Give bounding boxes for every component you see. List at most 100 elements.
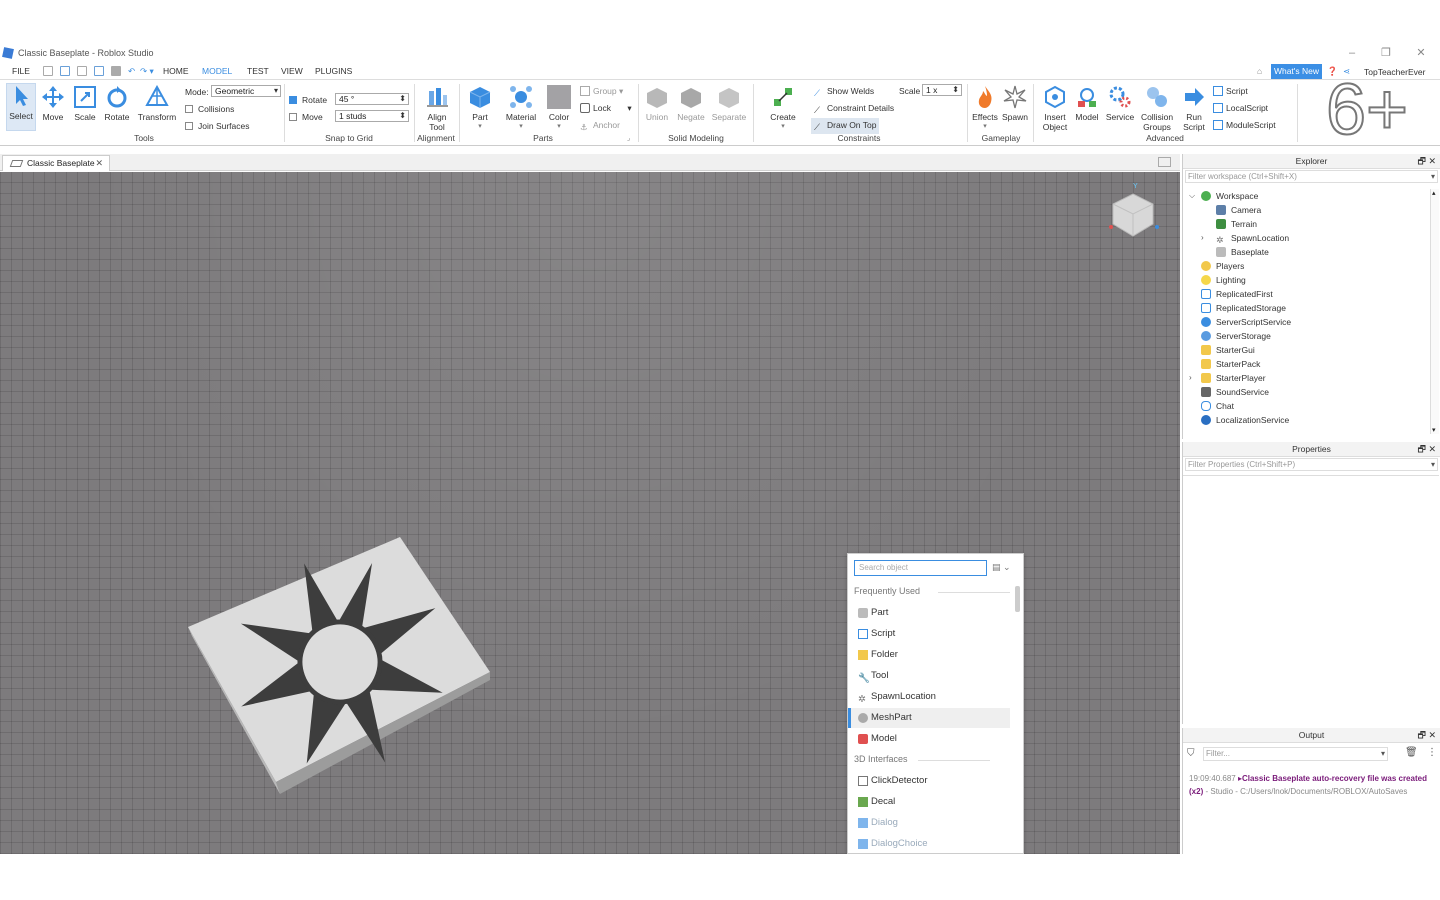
tree-row-baseplate[interactable]: Baseplate bbox=[1216, 245, 1269, 259]
viewport-layout-icon[interactable] bbox=[1158, 157, 1171, 167]
script-button[interactable]: Script bbox=[1213, 86, 1248, 96]
tree-row-starterpack[interactable]: StarterPack bbox=[1201, 357, 1260, 371]
maximize-icon[interactable]: ❐ bbox=[1378, 46, 1394, 60]
tree-row-replicatedfirst[interactable]: ReplicatedFirst bbox=[1201, 287, 1273, 301]
explorer-filter-input[interactable]: Filter workspace (Ctrl+Shift+X) bbox=[1185, 170, 1438, 183]
undo-icon[interactable]: ↶ bbox=[128, 66, 135, 77]
search-object-input[interactable]: Search object bbox=[854, 560, 987, 576]
list-item[interactable]: MeshPart bbox=[848, 708, 1010, 728]
service-button[interactable]: Service bbox=[1104, 85, 1136, 122]
list-item[interactable]: DialogChoice bbox=[848, 834, 1010, 853]
clear-output-icon[interactable]: 🗑 bbox=[1405, 747, 1418, 758]
tree-row-workspace[interactable]: ⌵ Workspace bbox=[1189, 189, 1258, 203]
new-file-icon[interactable] bbox=[43, 66, 53, 76]
scroll-up-icon[interactable]: ▴ bbox=[1432, 189, 1436, 197]
view-cube-icon[interactable]: Y bbox=[1100, 182, 1166, 248]
color-button[interactable]: Color ▾ bbox=[544, 85, 574, 130]
move-snap-stepper[interactable]: 1 studs bbox=[335, 110, 409, 122]
scroll-down-icon[interactable]: ▾ bbox=[1432, 426, 1436, 434]
minimize-icon[interactable]: – bbox=[1344, 46, 1360, 60]
transform-tool-button[interactable]: Transform bbox=[135, 84, 179, 122]
union-button[interactable]: Union bbox=[643, 85, 671, 122]
whats-new-button[interactable]: What's New bbox=[1271, 64, 1322, 79]
anchor-button[interactable]: ⚓ Anchor bbox=[580, 120, 620, 132]
effects-button[interactable]: Effects ▾ bbox=[970, 85, 1000, 130]
expand-arrow-icon[interactable]: › bbox=[1189, 371, 1192, 385]
parts-settings-icon[interactable]: ⌟ bbox=[627, 134, 630, 142]
constraint-details-button[interactable]: ⟋ Constraint Details bbox=[814, 103, 894, 115]
tree-row-replicatedstorage[interactable]: ReplicatedStorage bbox=[1201, 301, 1286, 315]
rotate-snap-stepper[interactable]: 45 ° bbox=[335, 93, 409, 105]
collisions-toggle[interactable]: Collisions bbox=[185, 104, 234, 114]
model-button[interactable]: Model bbox=[1073, 85, 1101, 122]
properties-filter-input[interactable]: Filter Properties (Ctrl+Shift+P) bbox=[1185, 458, 1438, 471]
part-dropdown-icon[interactable]: ▾ bbox=[466, 122, 494, 130]
constraint-scale-stepper[interactable]: 1 x bbox=[922, 84, 962, 96]
create-constraint-button[interactable]: Create ▾ bbox=[767, 85, 799, 130]
tab-test[interactable]: TEST bbox=[247, 66, 269, 76]
module-script-button[interactable]: ModuleScript bbox=[1213, 120, 1276, 130]
tree-row-players[interactable]: Players bbox=[1201, 259, 1244, 273]
part-button[interactable]: Part ▾ bbox=[466, 85, 494, 130]
move-tool-button[interactable]: Move bbox=[39, 85, 67, 122]
tree-row-soundservice[interactable]: SoundService bbox=[1201, 385, 1269, 399]
material-button[interactable]: Material ▾ bbox=[504, 85, 538, 130]
menu-file[interactable]: FILE bbox=[12, 66, 30, 76]
output-filter-input[interactable]: Filter... bbox=[1203, 747, 1388, 761]
lock-button[interactable]: Lock ▾ bbox=[580, 103, 632, 114]
spawn-button[interactable]: Spawn bbox=[1001, 85, 1029, 122]
tree-row-lighting[interactable]: Lighting bbox=[1201, 273, 1246, 287]
list-item[interactable]: Dialog bbox=[848, 813, 1010, 833]
list-item[interactable]: ClickDetector bbox=[848, 771, 1010, 791]
select-tool-button[interactable]: Select bbox=[6, 83, 36, 131]
collapse-ribbon-icon[interactable]: ⌂ bbox=[1257, 66, 1262, 76]
negate-button[interactable]: Negate bbox=[676, 85, 706, 122]
rotate-tool-button[interactable]: Rotate bbox=[102, 85, 132, 122]
undo-dropdown-icon[interactable]: ↷ ▾ bbox=[140, 66, 154, 77]
publish-icon[interactable] bbox=[94, 66, 104, 76]
tab-view[interactable]: VIEW bbox=[281, 66, 303, 76]
join-surfaces-checkbox[interactable] bbox=[185, 122, 193, 130]
spawn-location-part[interactable] bbox=[180, 532, 500, 842]
list-item[interactable]: ✲ SpawnLocation bbox=[848, 687, 1010, 707]
scale-tool-button[interactable]: Scale bbox=[71, 85, 99, 122]
tree-row-startergui[interactable]: StarterGui bbox=[1201, 343, 1255, 357]
mode-dropdown[interactable]: Geometric bbox=[211, 85, 281, 97]
output-dock-close-icon[interactable]: 🗗 ✕ bbox=[1418, 728, 1437, 743]
list-item[interactable]: Script bbox=[848, 624, 1010, 644]
tree-row-camera[interactable]: Camera bbox=[1216, 203, 1261, 217]
separate-button[interactable]: Separate bbox=[710, 85, 748, 122]
open-icon[interactable] bbox=[60, 66, 70, 76]
tree-row-starterplayer[interactable]: › StarterPlayer bbox=[1189, 371, 1266, 385]
list-item[interactable]: 🔧 Tool bbox=[848, 666, 1010, 686]
close-tab-icon[interactable]: ✕ bbox=[95, 156, 103, 171]
tree-row-serverstorage[interactable]: ServerStorage bbox=[1201, 329, 1271, 343]
local-script-button[interactable]: LocalScript bbox=[1213, 103, 1268, 113]
material-dropdown-icon[interactable]: ▾ bbox=[504, 122, 538, 130]
move-snap-checkbox[interactable] bbox=[289, 113, 297, 121]
tab-plugins[interactable]: PLUGINS bbox=[315, 66, 352, 76]
popup-scrollbar[interactable] bbox=[1015, 586, 1020, 612]
list-item[interactable]: Model bbox=[848, 729, 1010, 749]
insert-object-button[interactable]: Insert Object bbox=[1039, 85, 1071, 132]
tab-home[interactable]: HOME bbox=[163, 66, 189, 76]
move-snap-toggle[interactable]: Move bbox=[289, 112, 323, 122]
tree-row-serverscriptservice[interactable]: ServerScriptService bbox=[1201, 315, 1291, 329]
redo-icon[interactable] bbox=[77, 66, 87, 76]
filter-icon[interactable]: ▤ ⌄ bbox=[992, 562, 1011, 573]
tab-classic-baseplate[interactable]: Classic Baseplate ✕ bbox=[2, 155, 110, 171]
effects-dropdown-icon[interactable]: ▾ bbox=[970, 122, 1000, 130]
align-tool-button[interactable]: Align Tool bbox=[422, 85, 452, 132]
show-welds-button[interactable]: ⟋ Show Welds bbox=[814, 86, 874, 98]
collision-groups-button[interactable]: Collision Groups bbox=[1139, 85, 1175, 132]
tree-row-terrain[interactable]: Terrain bbox=[1216, 217, 1257, 231]
tree-row-chat[interactable]: Chat bbox=[1201, 399, 1234, 413]
rotate-snap-toggle[interactable]: Rotate bbox=[289, 95, 327, 105]
expand-arrow-icon[interactable]: › bbox=[1201, 231, 1204, 245]
tree-row-spawnlocation[interactable]: › ✲ SpawnLocation bbox=[1201, 231, 1289, 245]
tab-model[interactable]: MODEL bbox=[202, 66, 232, 76]
list-item[interactable]: Decal bbox=[848, 792, 1010, 812]
group-button[interactable]: Group ▾ bbox=[580, 86, 623, 97]
collisions-checkbox[interactable] bbox=[185, 105, 193, 113]
stop-icon[interactable] bbox=[111, 66, 121, 76]
